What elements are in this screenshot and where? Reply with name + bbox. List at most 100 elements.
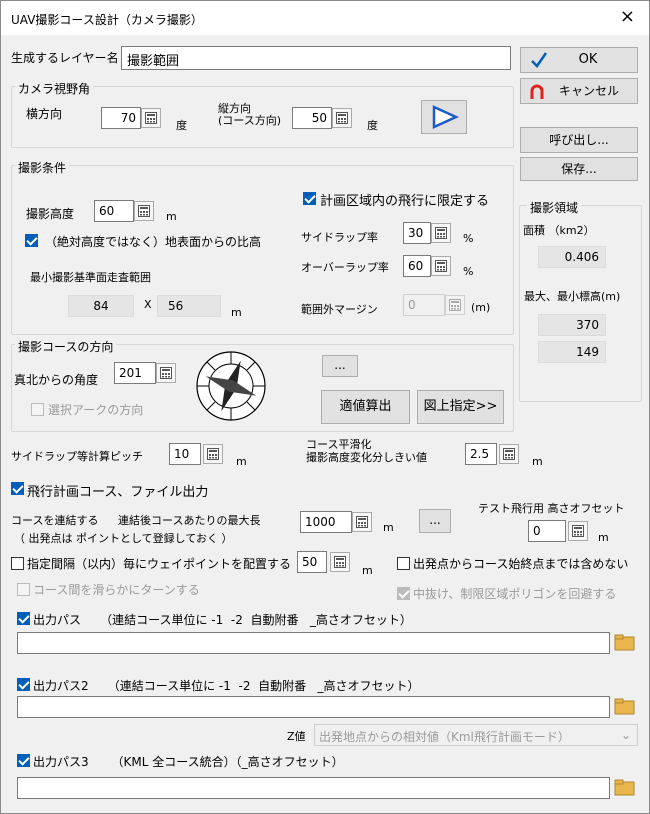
range-unit: m — [231, 306, 242, 319]
output-path3-input[interactable] — [17, 777, 610, 799]
calc-optimal-button[interactable]: 適値算出 — [321, 390, 410, 424]
exclude-start-checkbox[interactable] — [397, 557, 410, 570]
calculator-icon[interactable] — [330, 552, 350, 572]
camera-group-label: カメラ視野角 — [15, 80, 94, 97]
interval-waypoint-checkbox[interactable] — [11, 557, 24, 570]
margin-input[interactable]: 0 — [403, 294, 445, 316]
output-path2-input[interactable] — [17, 696, 610, 718]
calculator-icon[interactable] — [141, 108, 161, 128]
layer-name-label: 生成するレイヤー名 — [11, 51, 119, 65]
calculator-icon[interactable] — [134, 201, 154, 221]
play-icon — [432, 105, 460, 129]
vertical-input[interactable]: 50 — [292, 107, 332, 129]
output-path3-checkbox[interactable] — [17, 754, 30, 767]
limit-area-checkbox[interactable] — [303, 192, 316, 205]
folder-icon[interactable] — [614, 697, 636, 717]
ground-ratio-label: （絶対高度ではなく）地表面からの比高 — [45, 235, 262, 249]
smoothing-unit: m — [532, 455, 543, 468]
pitch-unit: m — [236, 455, 247, 468]
start-point-note: （ 出発点は ポイントとして登録しておく ） — [14, 532, 233, 545]
interval-input[interactable]: 50 — [297, 551, 327, 573]
vertical-unit: 度 — [367, 119, 378, 132]
ground-ratio-checkbox[interactable] — [25, 234, 38, 247]
range-x-value: 84 — [68, 295, 134, 317]
recall-button[interactable]: 呼び出し... — [520, 127, 638, 153]
calculator-icon[interactable] — [332, 108, 352, 128]
min-range-label: 最小撮影基準面走査範囲 — [30, 271, 151, 284]
interval-unit: m — [362, 564, 373, 577]
output-path2-checkbox[interactable] — [17, 678, 30, 691]
max-elevation-value: 370 — [538, 314, 606, 336]
connect-course-label: コースを連結する — [11, 514, 99, 527]
calculator-icon[interactable] — [156, 363, 176, 383]
calculator-icon[interactable] — [445, 295, 465, 315]
calculator-icon[interactable] — [352, 512, 372, 532]
calculator-icon[interactable] — [568, 521, 588, 541]
output-path1-checkbox[interactable] — [17, 612, 30, 625]
altitude-input[interactable]: 60 — [94, 200, 134, 222]
close-button[interactable]: × — [620, 8, 635, 26]
max-length-label: 連結後コースあたりの最大長 — [118, 514, 261, 527]
interval-waypoint-label: 指定間隔（以内）毎にウェイポイントを配置する — [27, 557, 292, 571]
angle-input[interactable]: 201 — [114, 362, 156, 384]
chevron-down-icon: ⌄ — [620, 728, 631, 742]
max-length-input[interactable]: 1000 — [300, 511, 352, 533]
test-offset-label: テスト飛行用 高さオフセット — [478, 502, 625, 515]
calculator-icon[interactable] — [431, 256, 451, 276]
test-offset-input[interactable]: 0 — [528, 520, 566, 542]
sidelap-label: サイドラップ率 — [301, 231, 378, 244]
output-path1-label: 出力パス （連結コース単位に -1 -2 自動附番 _高さオフセット） — [33, 613, 412, 627]
margin-label: 範囲外マージン — [301, 303, 378, 316]
test-offset-unit: m — [598, 531, 609, 544]
area-value: 0.406 — [538, 246, 606, 268]
sidelap-input[interactable]: 30 — [403, 222, 431, 244]
ok-button[interactable]: OK — [520, 47, 638, 73]
smoothing-input[interactable]: 2.5 — [465, 443, 497, 465]
horizontal-unit: 度 — [176, 119, 187, 132]
pitch-input[interactable]: 10 — [169, 443, 201, 465]
range-y-value: 56 — [157, 295, 221, 317]
output-label: 飛行計画コース、ファイル出力 — [27, 485, 209, 500]
altitude-unit: m — [166, 210, 177, 223]
overlap-unit: % — [463, 265, 474, 278]
sidelap-unit: % — [463, 232, 474, 245]
folder-icon[interactable] — [614, 633, 636, 653]
smooth-turn-label: コース間を滑らかにターンする — [33, 583, 200, 597]
overlap-input[interactable]: 60 — [403, 255, 431, 277]
output-options-button[interactable]: ... — [419, 509, 451, 533]
angle-label: 真北からの角度 — [14, 373, 99, 387]
folder-icon[interactable] — [614, 778, 636, 798]
z-value-select[interactable]: 出発地点からの相対値（Kml飛行計画モード） ⌄ — [314, 724, 638, 746]
layer-name-input[interactable]: 撮影範囲 — [121, 46, 511, 70]
range-separator: X — [144, 298, 152, 311]
checkmark-icon — [531, 52, 548, 68]
title-bar: UAV撮影コース設計（カメラ撮影） × — [1, 1, 649, 35]
direction-group-label: 撮影コースの方向 — [15, 338, 117, 355]
compass-icon — [196, 351, 266, 421]
save-button[interactable]: 保存... — [520, 157, 638, 181]
avoid-polygon-checkbox[interactable] — [397, 587, 410, 600]
area-label: 面積 （km2） — [523, 224, 595, 237]
calculator-icon[interactable] — [499, 444, 519, 464]
preview-play-button[interactable] — [421, 100, 467, 134]
horizontal-input[interactable]: 70 — [101, 107, 141, 129]
smooth-turn-checkbox[interactable] — [17, 583, 30, 596]
exclude-start-label: 出発点からコース始終点までは含めない — [413, 557, 629, 571]
altitude-label: 撮影高度 — [26, 207, 75, 221]
output-checkbox[interactable] — [11, 482, 24, 495]
direction-options-button[interactable]: ... — [322, 355, 358, 377]
z-value-label: Z値 — [287, 730, 306, 743]
cancel-button[interactable]: キャンセル — [520, 78, 638, 104]
output-path1-input[interactable] — [17, 632, 610, 654]
undo-icon — [530, 84, 544, 99]
elevation-label: 最大、最小標高(m) — [524, 290, 621, 303]
calculator-icon[interactable] — [431, 223, 451, 243]
output-path3-label: 出力パス3 （KML 全コース統合）（_高さオフセット） — [33, 755, 344, 769]
calculator-icon[interactable] — [203, 444, 223, 464]
map-specify-button[interactable]: 図上指定>> — [417, 390, 504, 424]
min-elevation-value: 149 — [538, 341, 606, 363]
margin-unit: (m) — [471, 301, 491, 314]
smoothing-label: コース平滑化 撮影高度変化分しきい値 — [306, 438, 427, 464]
overlap-label: オーバーラップ率 — [301, 261, 389, 274]
arc-direction-checkbox[interactable] — [31, 403, 44, 416]
